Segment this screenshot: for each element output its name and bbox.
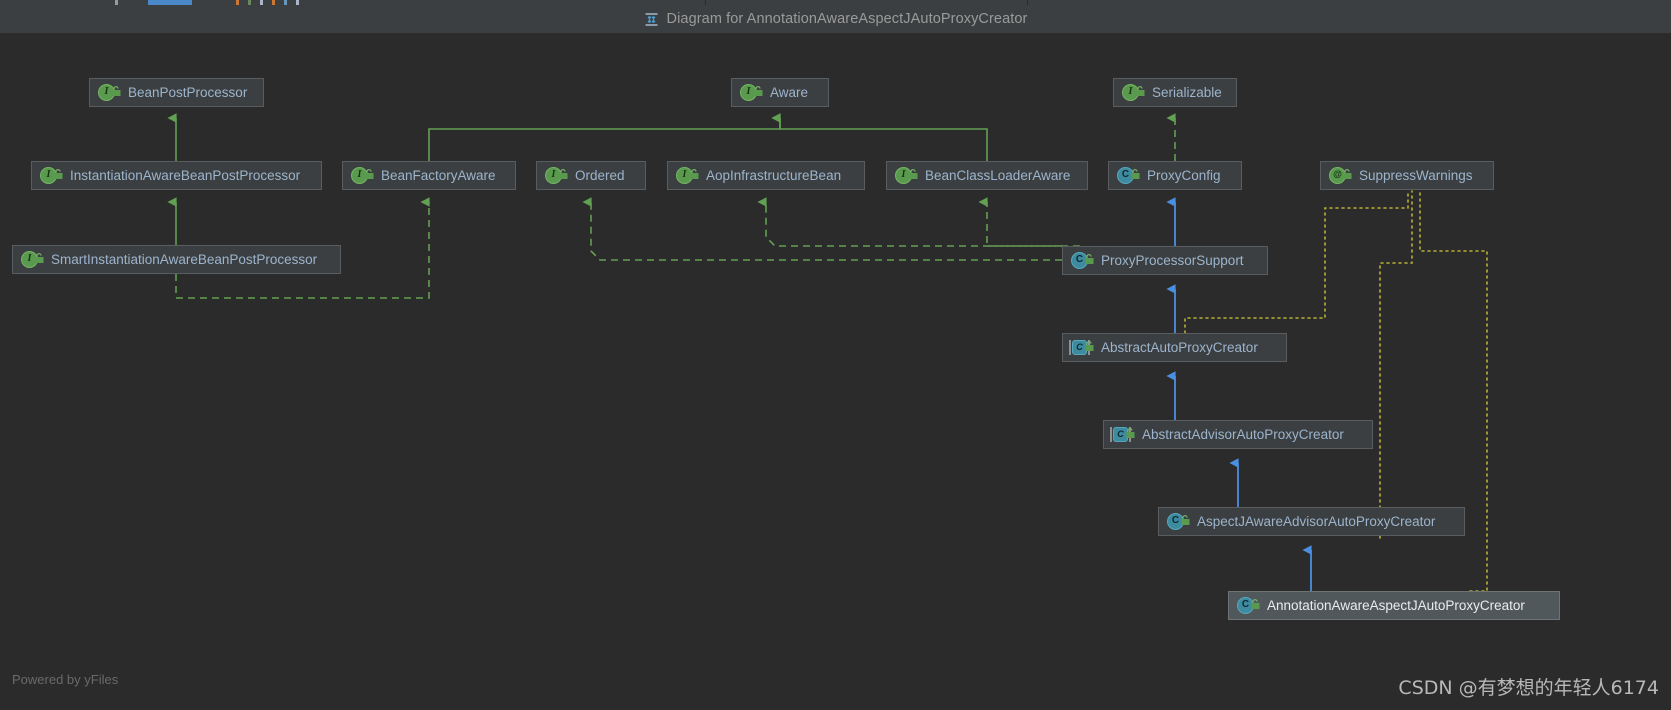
- lock-icon: [365, 169, 374, 179]
- lock-icon: [1126, 428, 1135, 438]
- node-label: AopInfrastructureBean: [706, 168, 842, 183]
- node-label: BeanFactoryAware: [381, 168, 496, 183]
- page-title: Diagram for AnnotationAwareAspectJAutoPr…: [666, 11, 1028, 27]
- uml-diagram-icon: [644, 12, 659, 27]
- diagram-title-bar: Diagram for AnnotationAwareAspectJAutoPr…: [0, 5, 1671, 34]
- node-beanpostprocessor[interactable]: I BeanPostProcessor: [89, 78, 264, 107]
- node-label: ProxyProcessorSupport: [1101, 253, 1244, 268]
- lock-icon: [754, 86, 763, 96]
- lock-icon: [1085, 341, 1094, 351]
- lock-icon: [1131, 169, 1140, 179]
- lock-icon: [1085, 254, 1094, 264]
- edge-beanfactoryaware-to-aware: [428, 113, 781, 161]
- edge-aspectjaware-to-suppresswarnings: [1379, 190, 1413, 539]
- node-label: SuppressWarnings: [1359, 168, 1473, 183]
- node-label: SmartInstantiationAwareBeanPostProcessor: [51, 252, 318, 267]
- edge-proxyprocessorsupport-to-beanclassloaderaware: [978, 197, 1080, 247]
- powered-by-yfiles: Powered by yFiles: [12, 672, 119, 687]
- lock-icon: [1251, 599, 1260, 609]
- node-label: AbstractAdvisorAutoProxyCreator: [1142, 427, 1344, 442]
- node-label: Ordered: [575, 168, 625, 183]
- node-aspectjawareadvisorautoproxycreator[interactable]: C AspectJAwareAdvisorAutoProxyCreator: [1158, 507, 1465, 536]
- node-label: AnnotationAwareAspectJAutoProxyCreator: [1267, 598, 1525, 613]
- node-serializable[interactable]: I Serializable: [1113, 78, 1237, 107]
- node-label: AspectJAwareAdvisorAutoProxyCreator: [1197, 514, 1436, 529]
- lock-icon: [690, 169, 699, 179]
- lock-icon: [112, 86, 121, 96]
- node-annotationawareaspectjautoproxycreator[interactable]: C AnnotationAwareAspectJAutoProxyCreator: [1228, 591, 1560, 620]
- lock-icon: [35, 253, 44, 263]
- lock-icon: [1343, 169, 1352, 179]
- node-label: AbstractAutoProxyCreator: [1101, 340, 1258, 355]
- edge-proxyprocessorsupport-to-ordered: [582, 197, 1062, 261]
- node-proxyconfig[interactable]: C ProxyConfig: [1108, 161, 1242, 190]
- node-instantiationawarebeanpostprocessor[interactable]: I InstantiationAwareBeanPostProcessor: [31, 161, 322, 190]
- lock-icon: [559, 169, 568, 179]
- csdn-watermark: CSDN @有梦想的年轻人6174: [1398, 677, 1659, 699]
- diagram-window: Diagram for AnnotationAwareAspectJAutoPr…: [0, 0, 1671, 710]
- node-label: ProxyConfig: [1147, 168, 1221, 183]
- edge-beanclassloaderaware-to-aware: [771, 113, 988, 161]
- node-smartinstantiationawarebeanpostprocessor[interactable]: I SmartInstantiationAwareBeanPostProcess…: [12, 245, 341, 274]
- node-suppresswarnings[interactable]: @ SuppressWarnings: [1320, 161, 1494, 190]
- node-abstractautoproxycreator[interactable]: C AbstractAutoProxyCreator: [1062, 333, 1287, 362]
- node-beanfactoryaware[interactable]: I BeanFactoryAware: [342, 161, 516, 190]
- node-label: BeanClassLoaderAware: [925, 168, 1071, 183]
- node-aopinfrastructurebean[interactable]: I AopInfrastructureBean: [667, 161, 865, 190]
- diagram-canvas[interactable]: I BeanPostProcessor I Aware I Serializab…: [0, 33, 1671, 710]
- lock-icon: [54, 169, 63, 179]
- node-label: Aware: [770, 85, 809, 100]
- node-label: Serializable: [1152, 85, 1222, 100]
- node-aware[interactable]: I Aware: [731, 78, 829, 107]
- lock-icon: [1181, 515, 1190, 525]
- node-beanclassloaderaware[interactable]: I BeanClassLoaderAware: [886, 161, 1088, 190]
- edge-proxyprocessorsupport-to-aopinfrastructurebean: [757, 197, 1062, 247]
- node-ordered[interactable]: I Ordered: [536, 161, 646, 190]
- node-label: BeanPostProcessor: [128, 85, 248, 100]
- lock-icon: [909, 169, 918, 179]
- node-label: InstantiationAwareBeanPostProcessor: [70, 168, 301, 183]
- node-abstractadvisorautoproxycreator[interactable]: C AbstractAdvisorAutoProxyCreator: [1103, 420, 1373, 449]
- node-proxyprocessorsupport[interactable]: C ProxyProcessorSupport: [1062, 246, 1268, 275]
- lock-icon: [1136, 86, 1145, 96]
